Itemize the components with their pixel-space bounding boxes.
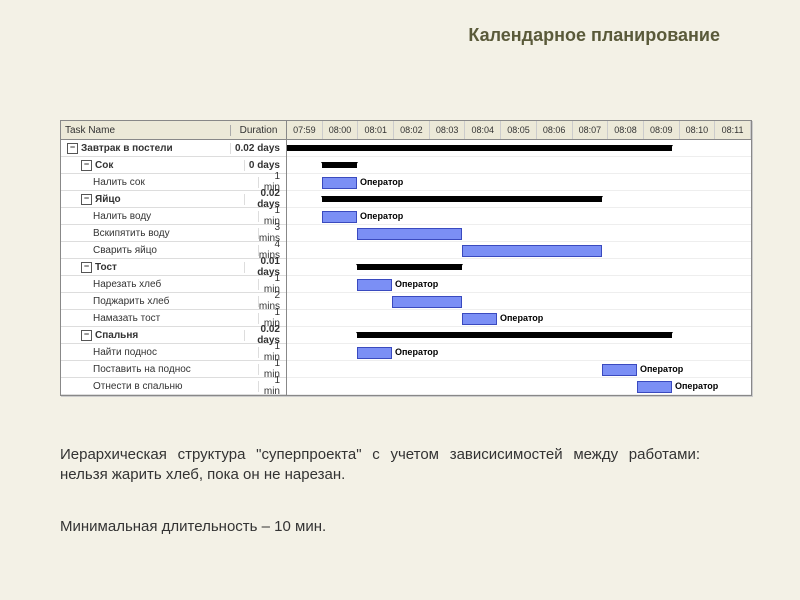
resource-label: Оператор — [496, 313, 543, 323]
column-header-duration[interactable]: Duration — [231, 125, 286, 136]
task-name-label: Тост — [95, 262, 117, 273]
resource-label: Оператор — [636, 364, 683, 374]
time-tick: 07:59 — [287, 121, 323, 139]
task-bar[interactable]: Оператор — [357, 279, 392, 291]
resource-label: Оператор — [391, 279, 438, 289]
time-tick: 08:07 — [573, 121, 609, 139]
collapse-toggle-icon[interactable]: − — [81, 262, 92, 273]
caption-duration: Минимальная длительность – 10 мин. — [60, 518, 326, 535]
gantt-row: Оператор — [287, 310, 751, 327]
gantt-row: Оператор — [287, 378, 751, 395]
task-name-label: Поджарить хлеб — [93, 296, 169, 307]
task-name-label: Намазать тост — [93, 313, 160, 324]
task-row[interactable]: Вскипятить воду3 mins — [61, 225, 286, 242]
time-tick: 08:10 — [680, 121, 716, 139]
task-duration-label: 0 days — [245, 160, 286, 171]
task-list-panel: Task Name Duration −Завтрак в постели0.0… — [61, 121, 287, 395]
task-name-label: Нарезать хлеб — [93, 279, 161, 290]
caption-hierarchy: Иерархическая структура "суперпроекта" с… — [60, 445, 700, 486]
task-name-label: Спальня — [95, 330, 138, 341]
task-name-label: Поставить на поднос — [93, 364, 191, 375]
task-row[interactable]: −Спальня0.02 days — [61, 327, 286, 344]
gantt-row — [287, 327, 751, 344]
collapse-toggle-icon[interactable]: − — [81, 330, 92, 341]
task-bar[interactable] — [357, 228, 462, 240]
resource-label: Оператор — [671, 381, 718, 391]
task-name-label: Налить воду — [93, 211, 151, 222]
task-name-label: Найти поднос — [93, 347, 157, 358]
task-row[interactable]: −Яйцо0.02 days — [61, 191, 286, 208]
gantt-row — [287, 191, 751, 208]
column-header-taskname[interactable]: Task Name — [61, 125, 231, 136]
time-tick: 08:00 — [323, 121, 359, 139]
task-bar[interactable]: Оператор — [602, 364, 637, 376]
task-bar[interactable]: Оператор — [462, 313, 497, 325]
summary-bar[interactable] — [357, 264, 462, 270]
task-row[interactable]: −Завтрак в постели 0.02 days — [61, 140, 286, 157]
gantt-row — [287, 293, 751, 310]
time-tick: 08:05 — [501, 121, 537, 139]
summary-bar[interactable] — [287, 145, 672, 151]
task-duration-label: 0.02 days — [231, 143, 286, 154]
collapse-toggle-icon[interactable]: − — [81, 194, 92, 205]
task-name-label: Отнести в спальню — [93, 381, 183, 392]
time-tick: 08:02 — [394, 121, 430, 139]
task-bar[interactable]: Оператор — [322, 177, 357, 189]
task-name-label: Завтрак в постели — [81, 143, 173, 154]
slide-title: Календарное планирование — [468, 25, 720, 46]
gantt-row — [287, 157, 751, 174]
gantt-chart: Task Name Duration −Завтрак в постели0.0… — [60, 120, 752, 396]
gantt-row — [287, 140, 751, 157]
gantt-row: Оператор — [287, 174, 751, 191]
task-name-label: Вскипятить воду — [93, 228, 170, 239]
gantt-row: Оператор — [287, 208, 751, 225]
gantt-row: Оператор — [287, 361, 751, 378]
task-row[interactable]: −Сок 0 days — [61, 157, 286, 174]
task-row[interactable]: Найти поднос1 min — [61, 344, 286, 361]
task-row[interactable]: Отнести в спальню 1 min — [61, 378, 286, 395]
time-tick: 08:08 — [608, 121, 644, 139]
collapse-toggle-icon[interactable]: − — [67, 143, 78, 154]
time-tick: 08:04 — [465, 121, 501, 139]
column-header-row: Task Name Duration — [61, 121, 286, 140]
task-bar[interactable]: Оператор — [357, 347, 392, 359]
time-tick: 08:11 — [715, 121, 751, 139]
task-bar[interactable] — [392, 296, 462, 308]
task-row[interactable]: Поставить на поднос1 min — [61, 361, 286, 378]
gantt-row: Оператор — [287, 276, 751, 293]
summary-bar[interactable] — [322, 196, 602, 202]
task-name-label: Яйцо — [95, 194, 121, 205]
summary-bar[interactable] — [322, 162, 357, 168]
collapse-toggle-icon[interactable]: − — [81, 160, 92, 171]
task-duration-label: 1 min — [259, 375, 286, 397]
task-bar[interactable] — [462, 245, 602, 257]
task-bar[interactable]: Оператор — [637, 381, 672, 393]
resource-label: Оператор — [356, 211, 403, 221]
task-bar[interactable]: Оператор — [322, 211, 357, 223]
gantt-row — [287, 225, 751, 242]
gantt-row — [287, 242, 751, 259]
task-row[interactable]: Налить воду1 min — [61, 208, 286, 225]
resource-label: Оператор — [391, 347, 438, 357]
time-tick: 08:06 — [537, 121, 573, 139]
time-tick: 08:09 — [644, 121, 680, 139]
task-name-label: Налить сок — [93, 177, 145, 188]
task-name-label: Сварить яйцо — [93, 245, 157, 256]
time-tick: 08:03 — [430, 121, 466, 139]
time-axis-header: 07:5908:0008:0108:0208:0308:0408:0508:06… — [287, 121, 751, 140]
gantt-row — [287, 259, 751, 276]
task-name-label: Сок — [95, 160, 113, 171]
task-row[interactable]: Нарезать хлеб1 min — [61, 276, 286, 293]
task-row[interactable]: −Тост0.01 days — [61, 259, 286, 276]
gantt-timeline-panel[interactable]: 07:5908:0008:0108:0208:0308:0408:0508:06… — [287, 121, 751, 395]
task-row[interactable]: Поджарить хлеб2 mins — [61, 293, 286, 310]
time-tick: 08:01 — [358, 121, 394, 139]
resource-label: Оператор — [356, 177, 403, 187]
summary-bar[interactable] — [357, 332, 672, 338]
gantt-row: Оператор — [287, 344, 751, 361]
